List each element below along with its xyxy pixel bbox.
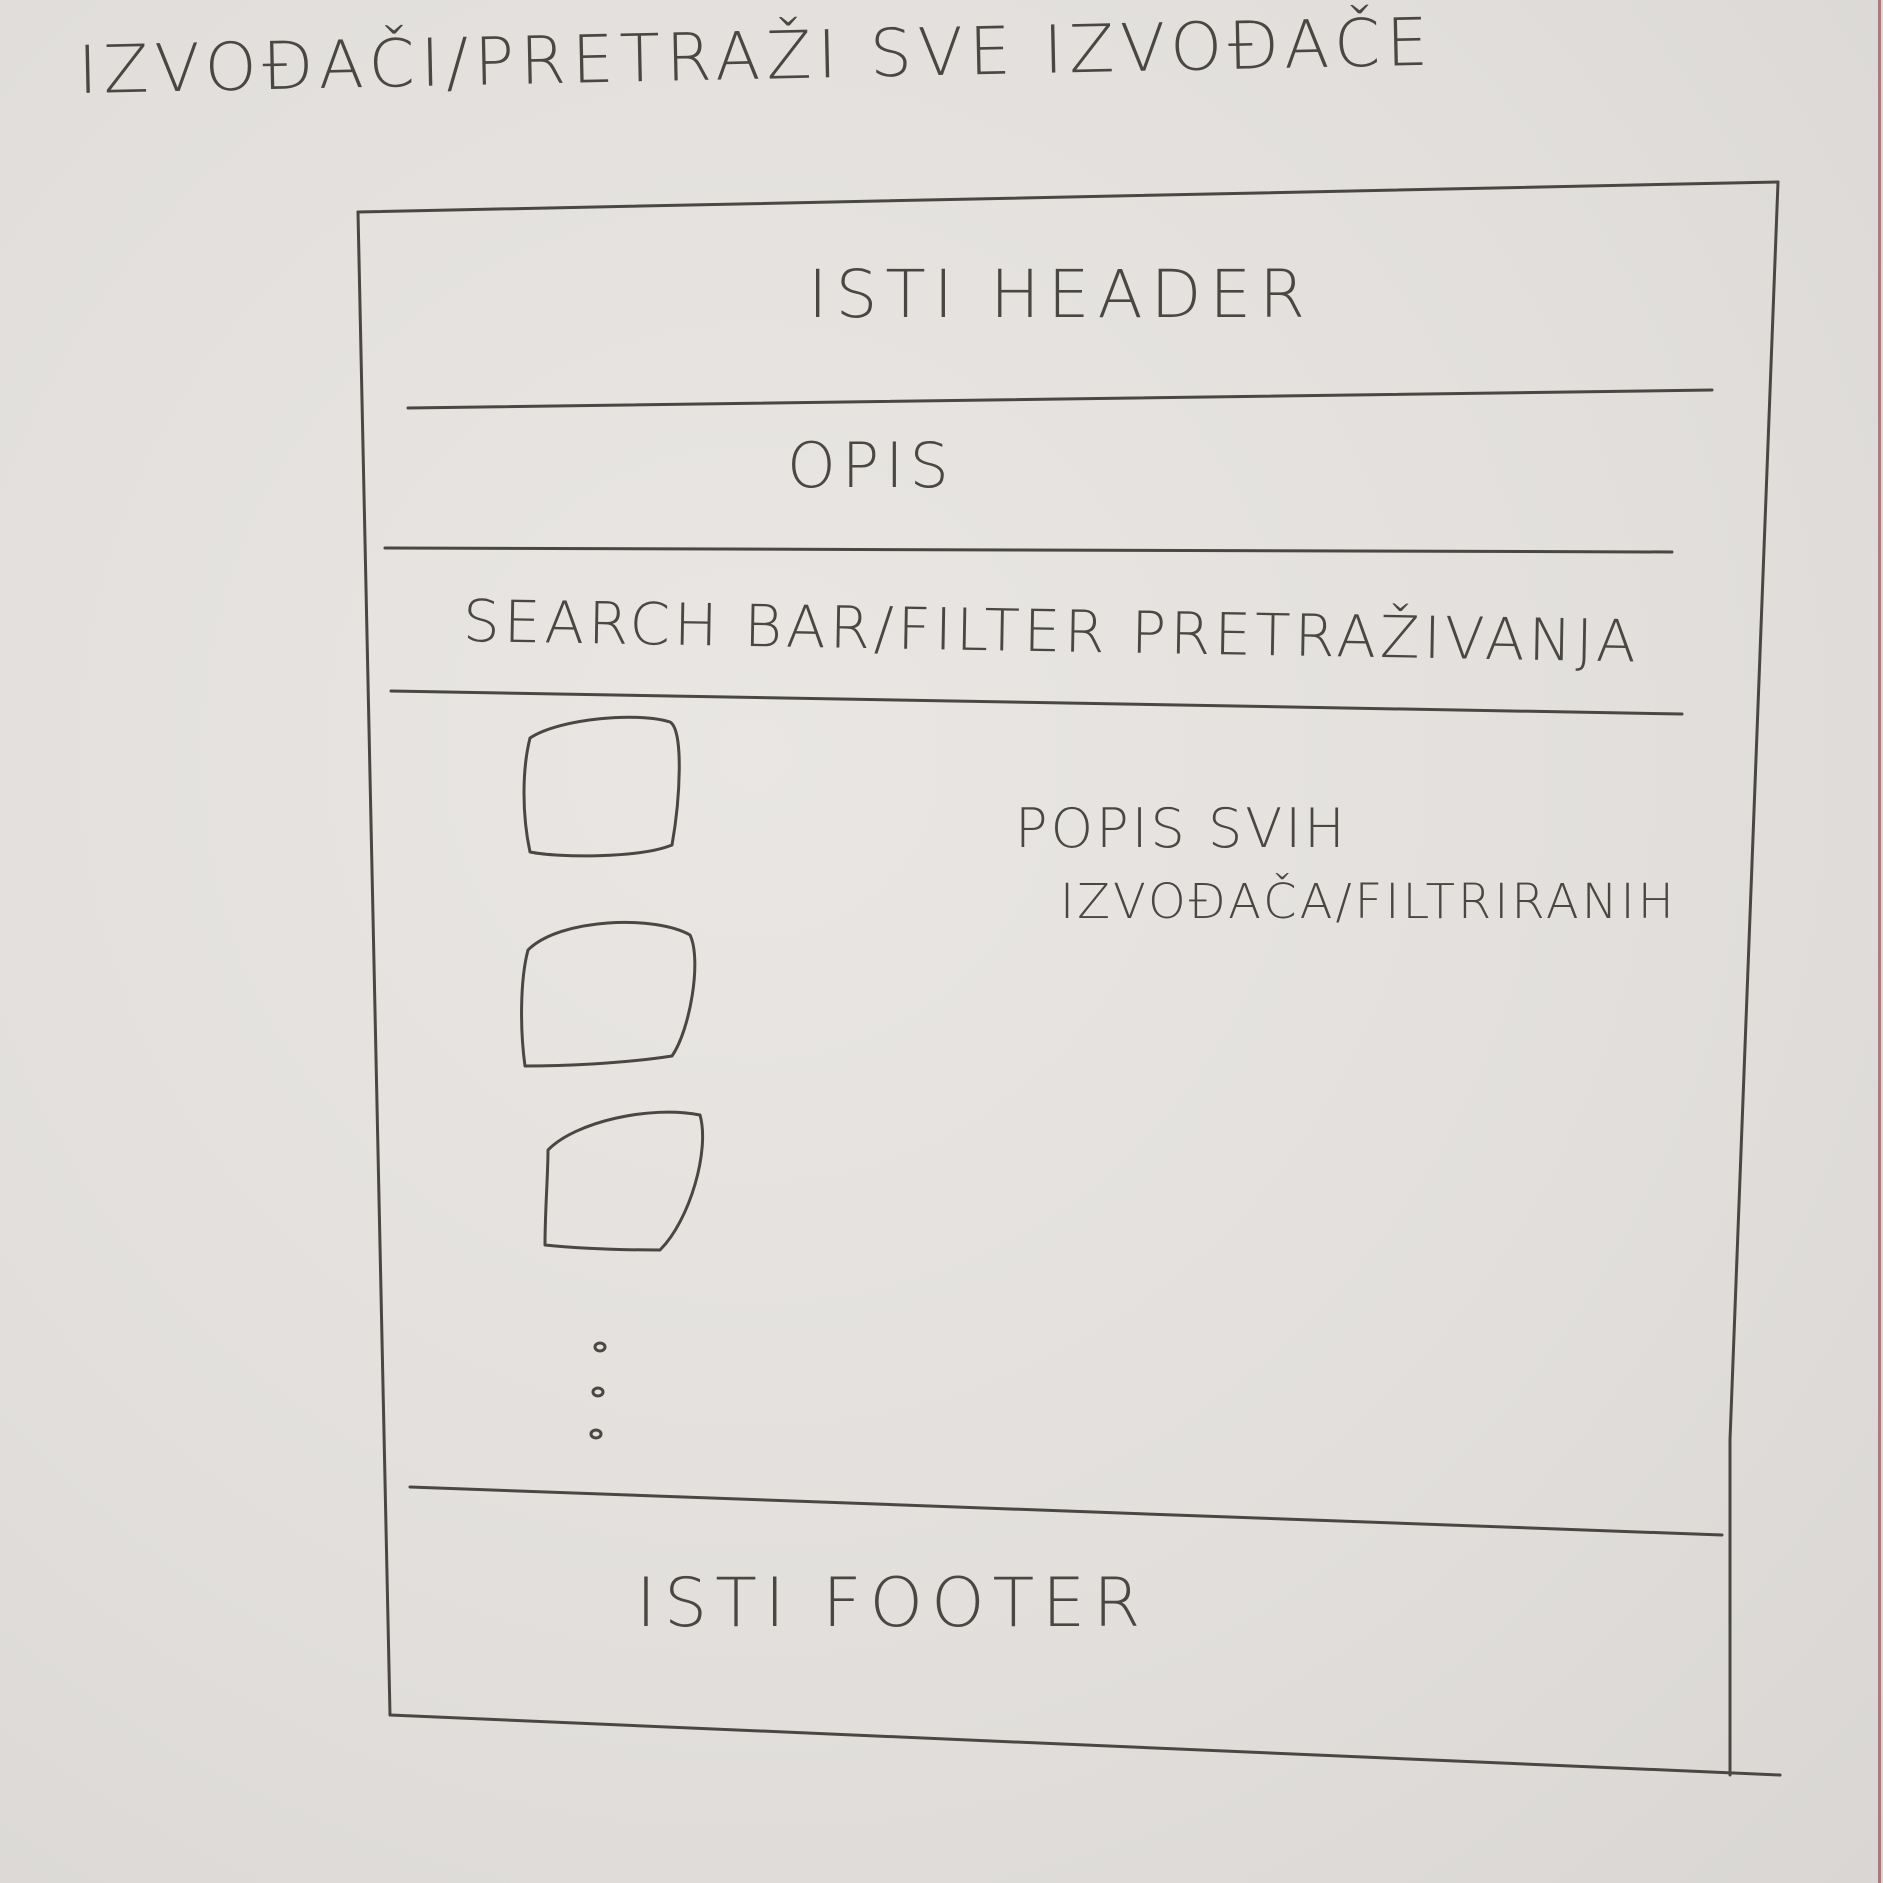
ellipsis-vertical-icon [589, 1341, 607, 1440]
frame-bottom [388, 1713, 1782, 1777]
frame-right [1728, 180, 1780, 1777]
frame-left [356, 210, 392, 1717]
divider-description [383, 546, 1674, 554]
ellipsis-dot-2 [591, 1386, 605, 1398]
list-item-box-1 [522, 715, 681, 858]
list-section-label: POPIS SVIH IZVOĐAČA/FILTRIRANIH [1015, 790, 1677, 938]
ellipsis-dot-3 [589, 1428, 603, 1440]
divider-header [406, 388, 1714, 410]
list-item-box-2 [520, 920, 697, 1068]
divider-footer [408, 1485, 1724, 1537]
list-item-box-3 [543, 1110, 705, 1252]
list-section-label-line-2: IZVOĐAČA/FILTRIRANIH [1060, 874, 1677, 931]
frame-top [356, 180, 1780, 214]
footer-section-label: ISTI FOOTER [636, 1564, 1149, 1643]
divider-search [389, 689, 1684, 716]
description-section-label: OPIS [787, 429, 955, 502]
list-section-label-line-1: POPIS SVIH [1015, 797, 1348, 860]
ellipsis-dot-1 [593, 1341, 607, 1353]
header-section-label: ISTI HEADER [808, 256, 1313, 333]
